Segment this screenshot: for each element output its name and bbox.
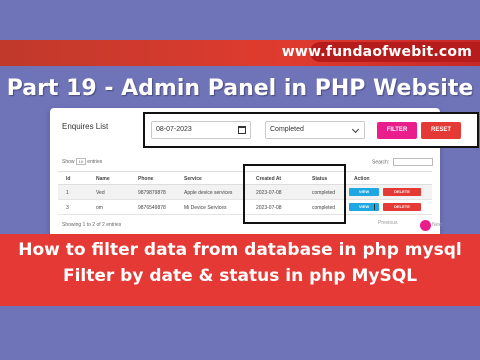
entries-label: entries <box>87 158 103 165</box>
caption-line-2: Filter by date & status in php MySQL <box>62 266 418 286</box>
text-cursor <box>374 204 378 210</box>
admin-panel-screenshot: Enquires List 08-07-2023 Completed FILTE… <box>50 108 479 240</box>
entries-select[interactable]: 10 <box>75 158 86 165</box>
previous-link[interactable]: Previous <box>378 220 397 226</box>
caption-line-1: How to filter data from database in php … <box>18 240 462 260</box>
cell-phone: 9879879878 <box>138 190 166 196</box>
cell-phone: 9876549878 <box>138 205 166 211</box>
delete-button[interactable]: DELETE <box>383 203 421 211</box>
video-title: Part 19 - Admin Panel in PHP Website <box>6 76 474 101</box>
status-value: Completed <box>270 126 304 133</box>
page-1-button[interactable] <box>420 220 431 231</box>
status-select[interactable]: Completed <box>265 121 365 139</box>
reset-button[interactable]: RESET <box>421 122 461 139</box>
search-label: Search: <box>372 159 390 166</box>
col-id[interactable]: Id <box>66 176 70 182</box>
enquires-heading: Enquires List <box>62 122 109 131</box>
cell-service: Mi Device Services <box>184 205 227 211</box>
table-info: Showing 1 to 2 of 2 entries <box>62 222 122 228</box>
show-label: Show <box>62 158 75 165</box>
col-name[interactable]: Name <box>96 176 110 182</box>
cell-service: Apple device services <box>184 190 233 196</box>
highlight-box <box>243 164 346 224</box>
col-action: Action <box>354 176 370 182</box>
cell-name: om <box>96 205 103 211</box>
show-entries: Show 10 entries <box>62 158 102 165</box>
col-phone[interactable]: Phone <box>138 176 153 182</box>
search-input[interactable] <box>392 158 433 166</box>
website-url: www.fundaofwebit.com <box>281 44 472 60</box>
view-button[interactable]: VIEW <box>349 188 379 196</box>
next-link[interactable]: Next <box>432 222 442 228</box>
cell-id: 1 <box>66 190 69 196</box>
filter-form: 08-07-2023 Completed FILTER RESET <box>143 112 479 148</box>
filter-button[interactable]: FILTER <box>377 122 417 139</box>
delete-button[interactable]: DELETE <box>383 188 421 196</box>
cell-id: 3 <box>66 205 69 211</box>
date-value: 08-07-2023 <box>156 126 192 133</box>
table-search: Search: <box>372 158 433 166</box>
chevron-down-icon <box>351 125 360 134</box>
calendar-icon[interactable] <box>238 126 246 134</box>
date-input[interactable]: 08-07-2023 <box>151 121 251 139</box>
cell-name: Ved <box>96 190 105 196</box>
col-service[interactable]: Service <box>184 176 202 182</box>
